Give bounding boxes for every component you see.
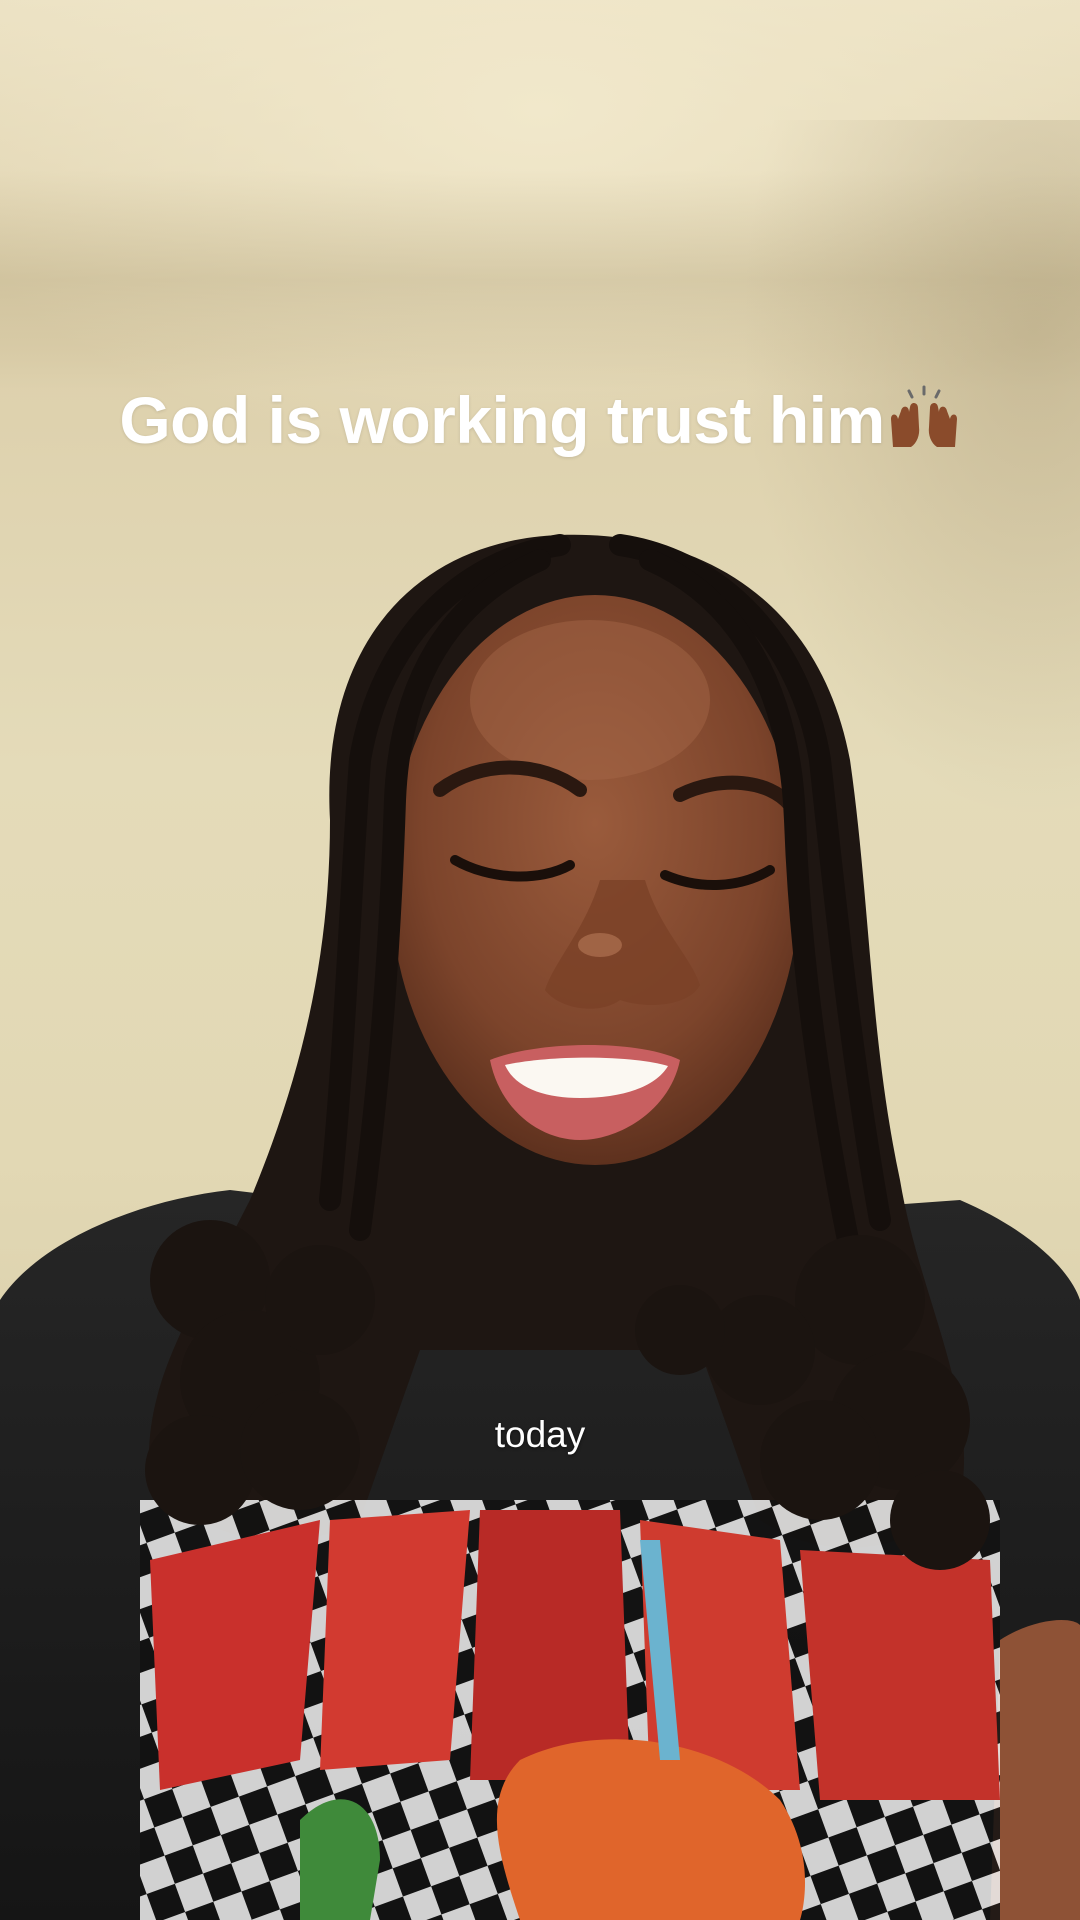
video-frame[interactable]: God is working trust him today <box>0 0 1080 1920</box>
raising-hands-icon <box>887 385 961 466</box>
right-arm <box>990 1620 1080 1920</box>
overlay-caption-text: God is working trust him <box>119 383 885 457</box>
subtitle-caption: today <box>494 1414 586 1455</box>
person-photo <box>0 534 1080 1920</box>
shirt-graphic <box>140 1500 1000 1920</box>
overlay-caption: God is working trust him <box>0 382 1080 466</box>
